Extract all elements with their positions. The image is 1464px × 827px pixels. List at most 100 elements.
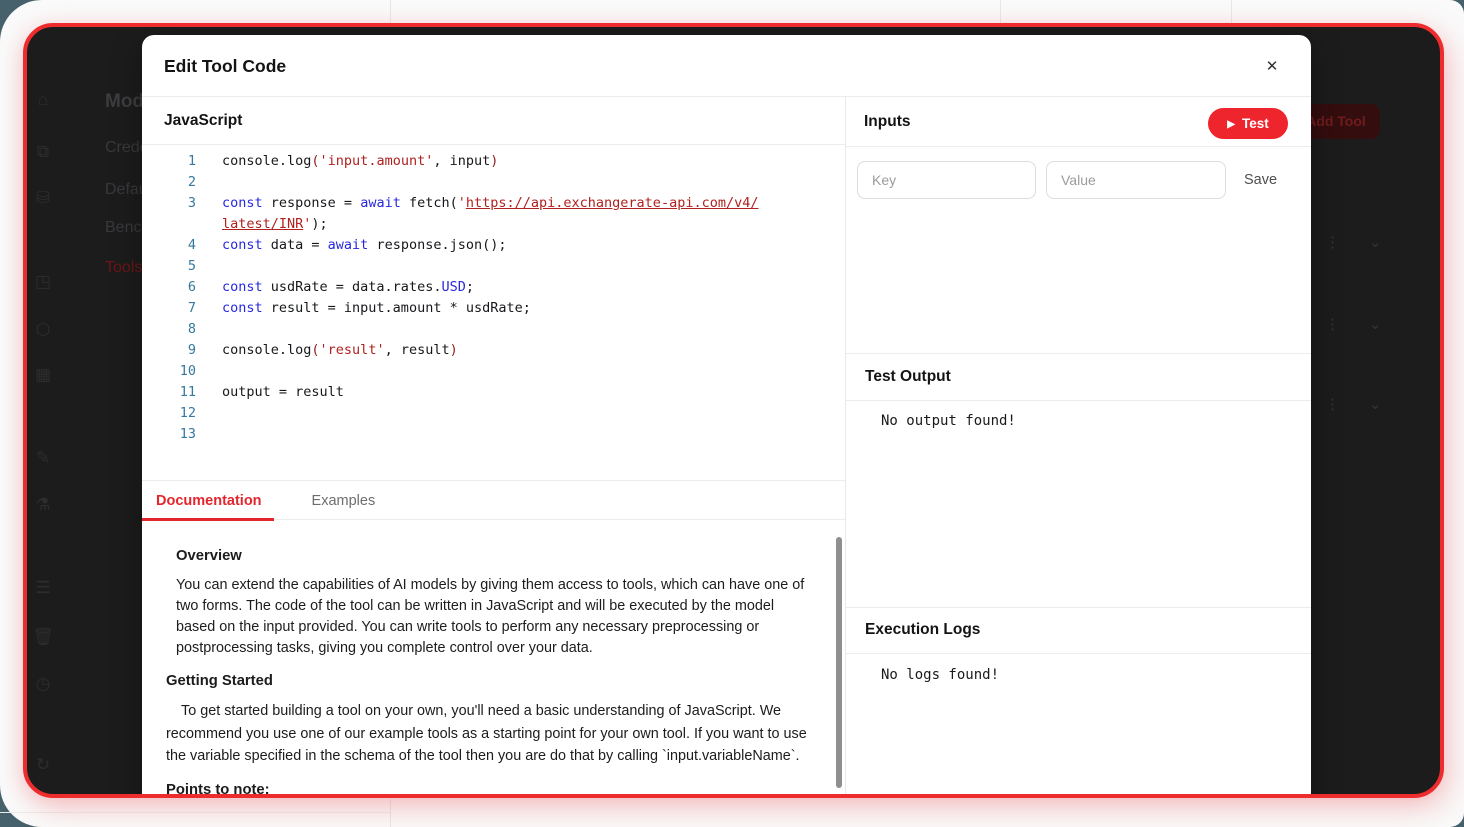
docs-tabs: Documentation Examples bbox=[142, 480, 845, 520]
line-number: 4 bbox=[142, 235, 196, 256]
code-text: console.log('result', result) bbox=[196, 340, 458, 361]
refresh-icon[interactable]: ↻ bbox=[29, 755, 57, 775]
code-text: latest/INR'); bbox=[196, 214, 328, 235]
line-number: 2 bbox=[142, 172, 196, 193]
doc-heading: Getting Started bbox=[166, 671, 807, 691]
execution-logs-empty-message: No logs found! bbox=[881, 667, 999, 683]
pencil-icon[interactable]: ✎ bbox=[29, 448, 57, 468]
code-text: const data = await response.json(); bbox=[196, 235, 506, 256]
line-number: 10 bbox=[142, 361, 196, 382]
code-line: 9console.log('result', result) bbox=[142, 340, 845, 361]
test-button[interactable]: ▶Test bbox=[1208, 108, 1288, 139]
code-text: const response = await fetch('https://ap… bbox=[196, 193, 758, 214]
home-icon[interactable]: ⌂ bbox=[29, 90, 57, 110]
code-text bbox=[196, 256, 222, 277]
code-line: 8 bbox=[142, 319, 845, 340]
code-text: output = result bbox=[196, 382, 344, 403]
section-divider bbox=[846, 400, 1311, 401]
doc-heading: Points to note: bbox=[166, 780, 807, 799]
doc-paragraph: To get started building a tool on your o… bbox=[166, 700, 807, 768]
bg-table-row-line bbox=[0, 812, 390, 813]
line-number: 11 bbox=[142, 382, 196, 403]
code-line: 13 bbox=[142, 424, 845, 445]
line-number bbox=[142, 214, 196, 235]
clock-icon[interactable]: ◷ bbox=[29, 674, 57, 694]
code-line: 3const response = await fetch('https://a… bbox=[142, 193, 845, 214]
code-editor[interactable]: 1console.log('input.amount', input)23con… bbox=[142, 145, 845, 480]
tab-examples[interactable]: Examples bbox=[298, 481, 390, 521]
code-line: 1console.log('input.amount', input) bbox=[142, 151, 845, 172]
kebab-menu-icon[interactable]: ⋮ bbox=[1325, 395, 1340, 413]
save-button[interactable]: Save bbox=[1244, 161, 1277, 199]
test-panel: Inputs ▶Test Save Test Output No output … bbox=[846, 97, 1311, 798]
chevron-down-icon[interactable]: ⌄ bbox=[1369, 233, 1382, 251]
documentation-content: Overview You can extend the capabilities … bbox=[142, 522, 845, 798]
code-text: const usdRate = data.rates.USD; bbox=[196, 277, 474, 298]
inputs-title: Inputs bbox=[864, 97, 911, 147]
line-number: 13 bbox=[142, 424, 196, 445]
boxes-icon[interactable]: ▦ bbox=[29, 365, 57, 385]
screen: { "background": { "sidebar": { "section_… bbox=[0, 0, 1464, 827]
code-text bbox=[196, 172, 222, 193]
code-text bbox=[196, 424, 222, 445]
doc-section: Overview You can extend the capabilities … bbox=[176, 546, 807, 659]
close-icon[interactable]: ✕ bbox=[1260, 55, 1284, 79]
code-line: 5 bbox=[142, 256, 845, 277]
inputs-header: Inputs ▶Test bbox=[846, 97, 1311, 147]
cube-icon[interactable]: ◳ bbox=[29, 272, 57, 292]
menu-icon[interactable]: ☰ bbox=[29, 578, 57, 598]
section-divider bbox=[846, 653, 1311, 654]
flask-icon[interactable]: ⚗ bbox=[29, 495, 57, 515]
line-number: 7 bbox=[142, 298, 196, 319]
editor-header: JavaScript bbox=[142, 97, 845, 145]
code-line: 11output = result bbox=[142, 382, 845, 403]
code-line: 6const usdRate = data.rates.USD; bbox=[142, 277, 845, 298]
tab-documentation[interactable]: Documentation bbox=[142, 481, 274, 521]
doc-heading: Overview bbox=[176, 546, 807, 566]
execution-logs-title: Execution Logs bbox=[865, 607, 980, 653]
code-text bbox=[196, 319, 222, 340]
edit-tool-code-modal: Edit Tool Code ✕ JavaScript 1console.log… bbox=[142, 35, 1311, 798]
nodes-icon[interactable]: ⧉ bbox=[29, 142, 57, 162]
code-text: console.log('input.amount', input) bbox=[196, 151, 498, 172]
code-line: 12 bbox=[142, 403, 845, 424]
test-output-title: Test Output bbox=[865, 353, 951, 400]
code-line: latest/INR'); bbox=[142, 214, 845, 235]
chevron-down-icon[interactable]: ⌄ bbox=[1369, 395, 1382, 413]
app-window: ⌂⧉⛁◳⬡▦✎⚗☰🗑◷↻ Models CredentialsDefaultsB… bbox=[23, 23, 1444, 798]
bg-table-column-line bbox=[390, 799, 391, 827]
language-label: JavaScript bbox=[164, 97, 242, 145]
value-input[interactable] bbox=[1046, 161, 1226, 199]
kebab-menu-icon[interactable]: ⋮ bbox=[1325, 233, 1340, 251]
bg-table-column-line bbox=[1000, 0, 1001, 23]
bg-row-controls: ⋮⌄ bbox=[1317, 315, 1397, 335]
test-output-empty-message: No output found! bbox=[881, 413, 1016, 429]
sidebar-item-tools[interactable]: Tools bbox=[105, 259, 142, 277]
line-number: 1 bbox=[142, 151, 196, 172]
code-text: const result = input.amount * usdRate; bbox=[196, 298, 531, 319]
key-input[interactable] bbox=[857, 161, 1036, 199]
line-number: 6 bbox=[142, 277, 196, 298]
code-line: 7const result = input.amount * usdRate; bbox=[142, 298, 845, 319]
code-text bbox=[196, 361, 222, 382]
grid-icon[interactable]: ⬡ bbox=[29, 320, 57, 340]
trash-icon[interactable]: 🗑 bbox=[29, 627, 57, 647]
modal-title: Edit Tool Code bbox=[164, 35, 286, 97]
line-number: 9 bbox=[142, 340, 196, 361]
bg-row-controls: ⋮⌄ bbox=[1317, 233, 1397, 253]
code-line: 4const data = await response.json(); bbox=[142, 235, 845, 256]
code-line: 2 bbox=[142, 172, 845, 193]
play-icon: ▶ bbox=[1227, 119, 1235, 130]
doc-section: Points to note: bbox=[166, 780, 807, 799]
docs-scrollbar-thumb[interactable] bbox=[836, 537, 842, 788]
line-number: 12 bbox=[142, 403, 196, 424]
code-text bbox=[196, 403, 222, 424]
chevron-down-icon[interactable]: ⌄ bbox=[1369, 315, 1382, 333]
line-number: 3 bbox=[142, 193, 196, 214]
line-number: 8 bbox=[142, 319, 196, 340]
doc-section: Getting Started To get started building a… bbox=[166, 671, 807, 768]
doc-paragraph: You can extend the capabilities of AI mo… bbox=[176, 575, 807, 659]
database-icon[interactable]: ⛁ bbox=[29, 188, 57, 208]
kebab-menu-icon[interactable]: ⋮ bbox=[1325, 315, 1340, 333]
bg-table-column-line bbox=[1231, 0, 1232, 23]
